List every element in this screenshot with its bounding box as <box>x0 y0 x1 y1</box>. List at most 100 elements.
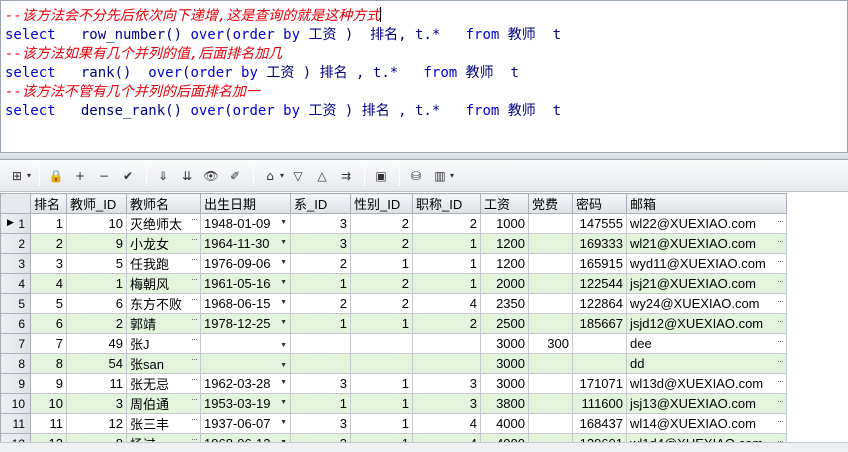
grid-cell[interactable]: 3000 <box>480 333 529 354</box>
grid-cell[interactable]: 灭绝师太 ··· <box>126 213 201 234</box>
grid-cell[interactable]: 6 <box>30 313 67 334</box>
grid-cell[interactable] <box>528 293 573 314</box>
grid-cell[interactable]: 1 <box>350 413 413 434</box>
chevron-down-icon[interactable]: ▾ <box>280 171 284 180</box>
grid-cell[interactable]: 张J ··· <box>126 333 201 354</box>
grid-cell[interactable]: 111600 <box>572 393 627 414</box>
delete-row-button[interactable]: − <box>93 165 115 187</box>
grid-cell[interactable] <box>528 413 573 434</box>
pane-splitter[interactable] <box>0 152 848 160</box>
ellipsis-button[interactable]: ··· <box>191 235 198 245</box>
ellipsis-button[interactable]: ··· <box>191 275 198 285</box>
ellipsis-button[interactable]: ··· <box>191 415 198 425</box>
grid-cell[interactable]: wl14@XUEXIAO.com ··· <box>626 413 787 434</box>
grid-cell[interactable]: 1 <box>412 233 481 254</box>
column-header[interactable]: 工资 <box>480 193 529 214</box>
table-row[interactable]: ▶ 1 1 10 灭绝师太 ··· 1948-01-09 ▼ 3 2 2 1000 147555 wl22… <box>0 213 787 234</box>
grid-cell[interactable]: 2500 <box>480 313 529 334</box>
grid-cell[interactable] <box>572 353 627 374</box>
grid-cell[interactable]: 2 <box>350 213 413 234</box>
grid-cell[interactable]: 1 <box>30 213 67 234</box>
column-header[interactable]: 性别_ID <box>350 193 413 214</box>
grid-cell[interactable] <box>528 373 573 394</box>
ellipsis-button[interactable]: ··· <box>191 315 198 325</box>
grid-cell[interactable]: 2 <box>350 233 413 254</box>
code-line[interactable]: select rank() over(order by 工资 ) 排名 , t.… <box>5 64 847 83</box>
grid-cell[interactable] <box>528 393 573 414</box>
grid-cell[interactable]: 张san ··· <box>126 353 201 374</box>
grid-cell[interactable] <box>528 213 573 234</box>
lock-button[interactable]: 🔒 <box>45 165 67 187</box>
ellipsis-button[interactable]: ··· <box>777 396 784 406</box>
table-row[interactable]: 9 9 11 张无忌 ··· 1962-03-28 ▼ 3 1 3 3000 171071 wl13d@… <box>0 373 787 394</box>
ellipsis-button[interactable]: ··· <box>777 416 784 426</box>
ellipsis-button[interactable]: ··· <box>777 316 784 326</box>
grid-cell[interactable]: ▼ <box>200 333 291 354</box>
grid-cell[interactable]: 2 <box>412 213 481 234</box>
grid-cell[interactable]: 6 <box>66 293 127 314</box>
grid-cell[interactable]: 2 <box>350 293 413 314</box>
grid-cell[interactable]: 1 <box>412 253 481 274</box>
table-row[interactable]: 11 11 12 张三丰 ··· 1937-06-07 ▼ 3 1 4 4000 168437 wl14… <box>0 413 787 434</box>
ellipsis-button[interactable]: ··· <box>777 216 784 226</box>
grid-cell[interactable]: 1200 <box>480 233 529 254</box>
column-header[interactable]: 教师名 <box>126 193 201 214</box>
sort-down-button[interactable]: ▽ <box>287 165 309 187</box>
grid-cell[interactable] <box>412 353 481 374</box>
grid-cell[interactable]: 54 <box>66 353 127 374</box>
grid-cell[interactable]: 3000 <box>480 353 529 374</box>
grid-cell[interactable]: 3 <box>30 253 67 274</box>
ellipsis-button[interactable]: ··· <box>191 375 198 385</box>
grid-cell[interactable] <box>528 273 573 294</box>
grid-cell[interactable]: dd ··· <box>626 353 787 374</box>
ellipsis-button[interactable]: ··· <box>191 395 198 405</box>
ellipsis-button[interactable]: ··· <box>777 356 784 366</box>
grid-cell[interactable]: 3800 <box>480 393 529 414</box>
grid-cell[interactable]: 4000 <box>480 413 529 434</box>
clear-button[interactable]: ✐ <box>224 165 246 187</box>
grid-cell[interactable]: 10 <box>66 213 127 234</box>
table-row[interactable]: 2 2 9 小龙女 ··· 1964-11-30 ▼ 3 2 1 1200 169333 wl21@XU… <box>0 233 787 254</box>
grid-cell[interactable]: 1976-09-06 ▼ <box>200 253 291 274</box>
ellipsis-button[interactable]: ··· <box>777 256 784 266</box>
ellipsis-button[interactable]: ··· <box>777 296 784 306</box>
grid-cell[interactable] <box>528 233 573 254</box>
database-button[interactable]: ⛁ <box>405 165 427 187</box>
grid-cell[interactable]: 张三丰 ··· <box>126 413 201 434</box>
grid-cell[interactable]: 1968-06-15 ▼ <box>200 293 291 314</box>
table-row[interactable]: 10 10 3 周伯通 ··· 1953-03-19 ▼ 1 1 3 3800 111600 jsj13… <box>0 393 787 414</box>
grid-cell[interactable]: 169333 <box>572 233 627 254</box>
ellipsis-button[interactable]: ··· <box>191 255 198 265</box>
grid-cell[interactable]: jsjd12@XUEXIAO.com ··· <box>626 313 787 334</box>
ellipsis-button[interactable]: ··· <box>777 276 784 286</box>
date-dropdown-icon[interactable]: ▼ <box>280 279 287 286</box>
table-row[interactable]: 6 6 2 郭靖 ··· 1978-12-25 ▼ 1 1 2 2500 185667 jsjd12@X… <box>0 313 787 334</box>
grid-cell[interactable]: jsj13@XUEXIAO.com ··· <box>626 393 787 414</box>
grid-cell[interactable]: wl21@XUEXIAO.com ··· <box>626 233 787 254</box>
save-button[interactable]: ▣ <box>370 165 392 187</box>
grid-cell[interactable]: 7 <box>30 333 67 354</box>
grid-cell[interactable]: jsj21@XUEXIAO.com ··· <box>626 273 787 294</box>
ellipsis-button[interactable]: ··· <box>191 335 198 345</box>
table-row[interactable]: 5 5 6 东方不败 ··· 1968-06-15 ▼ 2 2 4 2350 122864 wy24@X… <box>0 293 787 314</box>
date-dropdown-icon[interactable]: ▼ <box>280 342 287 349</box>
chevron-down-icon[interactable]: ▾ <box>450 171 454 180</box>
date-dropdown-icon[interactable]: ▼ <box>280 419 287 426</box>
grid-cell[interactable]: 1953-03-19 ▼ <box>200 393 291 414</box>
grid-cell[interactable] <box>528 313 573 334</box>
grid-cell[interactable]: wy24@XUEXIAO.com ··· <box>626 293 787 314</box>
sql-editor[interactable]: --该方法会不分先后依次向下递增,这是查询的就是这种方式 select row_n… <box>0 0 848 152</box>
date-dropdown-icon[interactable]: ▼ <box>280 319 287 326</box>
grid-cell[interactable]: 3000 <box>480 373 529 394</box>
table-row[interactable]: 3 3 5 任我跑 ··· 1976-09-06 ▼ 2 1 1 1200 165915 wyd11@X… <box>0 253 787 274</box>
grid-cell[interactable]: 3 <box>412 373 481 394</box>
code-line[interactable]: --该方法不管有几个并列的后面排名加一 <box>5 83 847 102</box>
grid-cell[interactable]: 4 <box>412 293 481 314</box>
grid-cell[interactable]: 小龙女 ··· <box>126 233 201 254</box>
grid-cell[interactable]: 4 <box>30 273 67 294</box>
grid-cell[interactable]: 1 <box>290 393 351 414</box>
grid-cell[interactable]: 1000 <box>480 213 529 234</box>
table-row[interactable]: 7 7 49 张J ··· ▼ 3000 300 dee ··· <box>0 333 787 354</box>
grid-cell[interactable]: 2 <box>66 313 127 334</box>
table-row[interactable]: 4 4 1 梅朝风 ··· 1961-05-16 ▼ 1 2 1 2000 122544 jsj21@X… <box>0 273 787 294</box>
